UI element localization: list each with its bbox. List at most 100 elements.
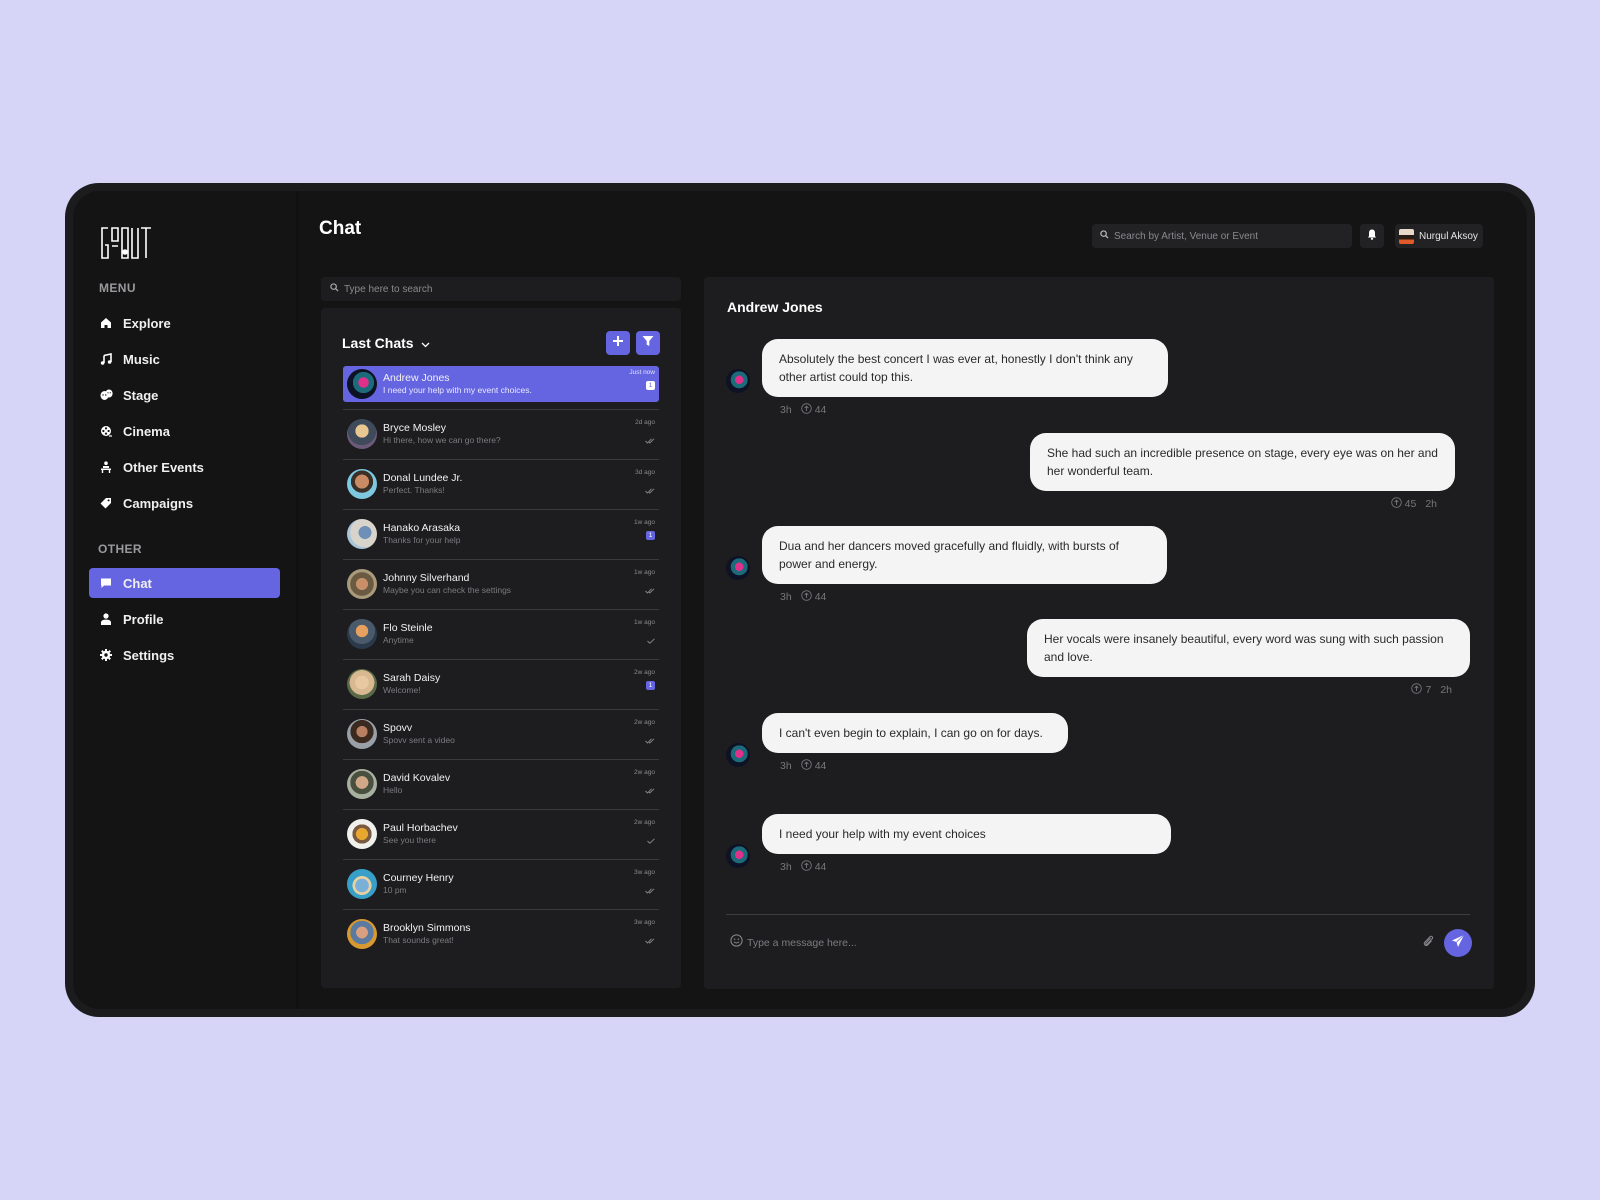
last-chats-dropdown[interactable]: Last Chats xyxy=(342,335,430,351)
chat-list-item[interactable]: Johnny Silverhand Maybe you can check the… xyxy=(343,566,659,602)
sidebar-item-label: Stage xyxy=(123,387,159,403)
chat-list-header: Last Chats xyxy=(342,331,660,355)
message-status: 1 xyxy=(629,381,655,390)
chat-list-item[interactable]: Courney Henry 10 pm 3w ago xyxy=(343,866,659,902)
filter-button[interactable] xyxy=(636,331,660,355)
message-bubble: She had such an incredible presence on s… xyxy=(1030,433,1455,491)
upvote-button[interactable]: 44 xyxy=(800,860,826,874)
send-paper-plane-icon xyxy=(1451,934,1465,953)
message-preview: See you there xyxy=(383,835,436,845)
send-button[interactable] xyxy=(1444,929,1472,957)
contact-avatar xyxy=(347,519,377,549)
sidebar-item-cinema[interactable]: Cinema xyxy=(89,416,280,446)
sidebar-item-profile[interactable]: Profile xyxy=(89,604,280,634)
upvote-arrow-icon xyxy=(800,590,812,604)
message-meta: 3h 44 xyxy=(762,759,1068,773)
contact-avatar xyxy=(347,419,377,449)
message-preview: 10 pm xyxy=(383,885,407,895)
contact-name: Andrew Jones xyxy=(383,372,450,384)
message-time: 2h xyxy=(1440,684,1452,696)
sidebar-item-label: Chat xyxy=(123,575,152,591)
message-status xyxy=(634,581,655,599)
chat-list-panel: Last Chats Andrew Jones I need your help… xyxy=(321,308,681,988)
sidebar-item-campaigns[interactable]: Campaigns xyxy=(89,488,280,518)
last-message-time: 1w ago xyxy=(634,619,655,626)
double-check-icon xyxy=(645,781,655,799)
chat-list-item[interactable]: Sarah Daisy Welcome! 2w ago 1 xyxy=(343,666,659,702)
unread-count-badge: 1 xyxy=(646,531,655,540)
message-status xyxy=(634,731,655,749)
contact-avatar xyxy=(347,569,377,599)
chat-list-item[interactable]: Andrew Jones I need your help with my eve… xyxy=(343,366,659,402)
chat-list-divider xyxy=(343,859,659,860)
message-input[interactable] xyxy=(747,937,1422,949)
new-chat-button[interactable] xyxy=(606,331,630,355)
upvote-button[interactable]: 45 xyxy=(1390,497,1417,511)
outgoing-message: She had such an incredible presence on s… xyxy=(1030,433,1455,511)
double-check-icon xyxy=(645,581,655,599)
theater-masks-icon xyxy=(99,388,113,402)
chat-list-item[interactable]: Paul Horbachev See you there 2w ago xyxy=(343,816,659,852)
chat-list-item-meta: 2d ago xyxy=(635,418,655,449)
chat-list-item-meta: 2w ago xyxy=(634,818,655,849)
message-composer xyxy=(730,929,1472,957)
chat-list-item[interactable]: Brooklyn Simmons That sounds great! 3w ago xyxy=(343,916,659,952)
sidebar-item-chat[interactable]: Chat xyxy=(89,568,280,598)
message-status xyxy=(634,631,655,649)
chat-list-item-text: Andrew Jones I need your help with my eve… xyxy=(383,372,659,396)
global-search-input[interactable]: Search by Artist, Venue or Event xyxy=(1092,224,1352,248)
emoji-icon[interactable] xyxy=(730,934,743,952)
upvote-button[interactable]: 44 xyxy=(800,759,827,773)
chat-list-divider xyxy=(343,759,659,760)
message-meta: 3h 44 xyxy=(762,403,1168,417)
chat-list-item-text: Paul Horbachev See you there xyxy=(383,822,659,846)
contact-avatar xyxy=(347,769,377,799)
search-icon xyxy=(1100,230,1109,242)
user-menu-button[interactable]: Nurgul Aksoy xyxy=(1395,224,1483,248)
chat-list-item[interactable]: Bryce Mosley Hi there, how we can go ther… xyxy=(343,416,659,452)
upvote-count: 44 xyxy=(814,760,827,772)
message-time: 2h xyxy=(1425,498,1437,510)
sidebar-item-label: Explore xyxy=(123,315,171,331)
message-preview: I need your help with my event choices. xyxy=(383,385,532,395)
chat-list-item-meta: 1w ago 1 xyxy=(634,518,655,540)
contact-name: Paul Horbachev xyxy=(383,822,458,834)
message-status: 1 xyxy=(634,681,655,690)
message-status xyxy=(635,481,655,499)
chat-list-divider xyxy=(343,409,659,410)
sidebar-item-stage[interactable]: Stage xyxy=(89,380,280,410)
chat-list-item[interactable]: Flo Steinle Anytime 1w ago xyxy=(343,616,659,652)
chat-search-input[interactable]: Type here to search xyxy=(321,277,681,301)
message-bubble: Her vocals were insanely beautiful, ever… xyxy=(1027,619,1470,677)
upvote-button[interactable]: 44 xyxy=(800,590,826,604)
notifications-button[interactable] xyxy=(1360,224,1384,248)
upvote-button[interactable]: 7 xyxy=(1411,683,1431,697)
upvote-button[interactable]: 44 xyxy=(800,403,826,417)
sidebar-item-other-events[interactable]: Other Events xyxy=(89,452,280,482)
chat-list-item[interactable]: Hanako Arasaka Thanks for your help 1w ago… xyxy=(343,516,659,552)
chat-list-item[interactable]: Spovv Spovv sent a video 2w ago xyxy=(343,716,659,752)
chevron-down-icon xyxy=(421,342,430,348)
chat-list-item[interactable]: David Kovalev Hello 2w ago xyxy=(343,766,659,802)
paperclip-icon[interactable] xyxy=(1422,934,1434,953)
app-window-frame: MENU Explore Music Stage Cinema Other Ev… xyxy=(65,183,1535,1017)
message-preview: Maybe you can check the settings xyxy=(383,585,512,595)
message-status xyxy=(635,431,655,449)
sidebar-item-explore[interactable]: Explore xyxy=(89,308,280,338)
sidebar-item-settings[interactable]: Settings xyxy=(89,640,280,670)
goout-logo[interactable] xyxy=(99,225,159,261)
search-icon xyxy=(330,283,339,295)
upvote-arrow-icon xyxy=(800,403,812,417)
person-at-desk-icon xyxy=(99,460,113,474)
upvote-count: 45 xyxy=(1404,498,1417,510)
last-message-time: 2d ago xyxy=(635,419,655,426)
chat-list-item[interactable]: Donal Lundee Jr. Perfect. Thanks! 3d ago xyxy=(343,466,659,502)
message-time: 3h xyxy=(780,404,792,416)
tag-icon xyxy=(99,496,113,510)
message-bubble: I can't even begin to explain, I can go … xyxy=(762,713,1068,753)
sidebar-item-music[interactable]: Music xyxy=(89,344,280,374)
contact-name: Johnny Silverhand xyxy=(383,572,470,584)
chat-list-divider xyxy=(343,709,659,710)
message-meta: 3h 44 xyxy=(762,590,1167,604)
chat-list-item-text: Johnny Silverhand Maybe you can check the… xyxy=(383,572,659,596)
